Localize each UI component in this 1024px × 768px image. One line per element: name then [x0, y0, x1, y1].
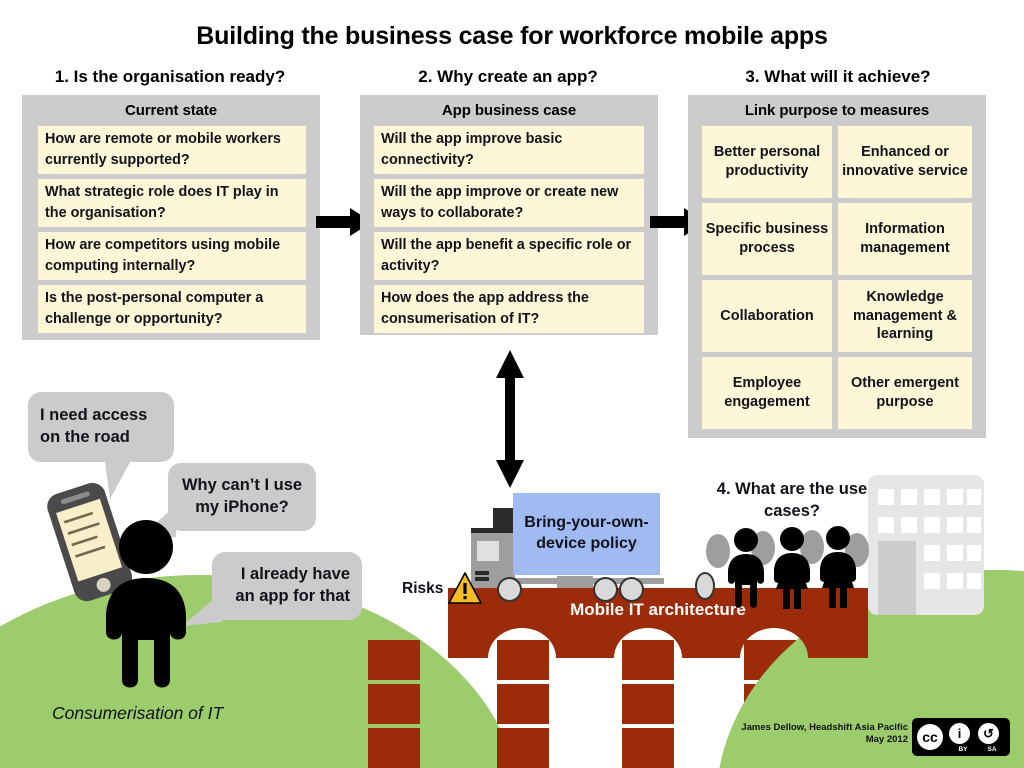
- app-case-item-2: Will the app improve or create new ways …: [374, 179, 644, 227]
- bridge-pillar-brick: [622, 728, 674, 768]
- warning-triangle-icon: [448, 572, 482, 609]
- speech-bubble-1: I need access on the road: [28, 392, 174, 462]
- current-state-item-1: How are remote or mobile workers current…: [38, 126, 306, 174]
- measure-cell-6: Knowledge management & learning: [838, 280, 972, 352]
- cc-sa-label: SA: [987, 746, 997, 753]
- cc-by-icon: i: [949, 723, 970, 744]
- panel-title-current-state: Current state: [124, 102, 218, 119]
- truck-wheel: [619, 577, 644, 602]
- bridge-pillar-brick: [622, 684, 674, 724]
- usecase-question: 4. What are the use cases?: [716, 480, 868, 521]
- measure-cell-7: Employee engagement: [702, 357, 832, 429]
- truck-wheel: [593, 577, 618, 602]
- bridge-pillar-brick: [497, 728, 549, 768]
- current-state-item-2: What strategic role does IT play in the …: [38, 179, 306, 227]
- office-building-icon: [868, 475, 984, 615]
- truck-wheel: [497, 577, 522, 602]
- building-window: [924, 545, 940, 561]
- credit-line-1: James Dellow, Headshift Asia Pacific: [741, 722, 908, 733]
- creative-commons-badge: cc i ↺ BY SA: [912, 718, 1010, 756]
- truck-wheel: [695, 572, 715, 600]
- truck-chassis-block: [557, 576, 593, 588]
- bridge-pillar-brick: [497, 684, 549, 724]
- person-group-member-icon: [722, 528, 770, 617]
- building-window: [901, 517, 917, 533]
- double-arrow-vertical-icon: [490, 350, 530, 493]
- column-question-3: 3. What will it achieve?: [745, 67, 931, 86]
- panel-title-app-business-case: App business case: [441, 102, 577, 119]
- panel-title-link-purpose: Link purpose to measures: [744, 102, 930, 119]
- cc-sa-icon: ↺: [978, 723, 999, 744]
- cc-logo-icon: cc: [917, 724, 943, 750]
- building-window: [924, 489, 940, 505]
- speech-bubble-3: I already have an app for that: [212, 552, 362, 620]
- cc-by-label: BY: [958, 746, 968, 753]
- building-window: [947, 517, 963, 533]
- column-question-2: 2. Why create an app?: [418, 67, 598, 86]
- bridge-pillar-brick: [368, 640, 420, 680]
- building-window: [967, 489, 981, 505]
- measure-cell-1: Better personal productivity: [702, 126, 832, 198]
- building-door: [878, 541, 916, 615]
- building-window: [947, 573, 963, 589]
- building-window: [947, 489, 963, 505]
- page-title: Building the business case for workforce…: [196, 22, 828, 50]
- building-window: [924, 517, 940, 533]
- building-window: [947, 545, 963, 561]
- measure-cell-4: Information management: [838, 203, 972, 275]
- current-state-item-3: How are competitors using mobile computi…: [38, 232, 306, 280]
- building-window: [967, 517, 981, 533]
- credit-text: James Dellow, Headshift Asia Pacific May…: [700, 722, 908, 746]
- column-question-1: 1. Is the organisation ready?: [54, 67, 286, 86]
- person-group-member-icon: [814, 526, 862, 615]
- byod-policy-box: Bring-your-own-device policy: [513, 493, 660, 575]
- consumerisation-label: Consumerisation of IT: [52, 703, 224, 723]
- bridge-pillar-brick: [368, 684, 420, 724]
- infographic-canvas: Building the business case for workforce…: [0, 0, 1024, 768]
- app-case-item-1: Will the app improve basic connectivity?: [374, 126, 644, 174]
- credit-line-2: May 2012: [865, 733, 908, 745]
- risks-label: Risks: [402, 580, 444, 597]
- measure-cell-3: Specific business process: [702, 203, 832, 275]
- current-state-item-4: Is the post-personal computer a challeng…: [38, 285, 306, 333]
- measure-cell-2: Enhanced or innovative service: [838, 126, 972, 198]
- bridge-pillar-brick: [368, 728, 420, 768]
- building-window: [967, 545, 981, 561]
- measure-cell-8: Other emergent purpose: [838, 357, 972, 429]
- building-window: [967, 573, 981, 589]
- building-window: [878, 517, 894, 533]
- person-consumer-icon: [96, 520, 196, 700]
- app-case-item-3: Will the app benefit a specific role or …: [374, 232, 644, 280]
- person-group-member-icon: [768, 527, 816, 616]
- measure-cell-5: Collaboration: [702, 280, 832, 352]
- app-case-item-4: How does the app address the consumerisa…: [374, 285, 644, 333]
- building-window: [901, 489, 917, 505]
- building-window: [878, 489, 894, 505]
- building-window: [924, 573, 940, 589]
